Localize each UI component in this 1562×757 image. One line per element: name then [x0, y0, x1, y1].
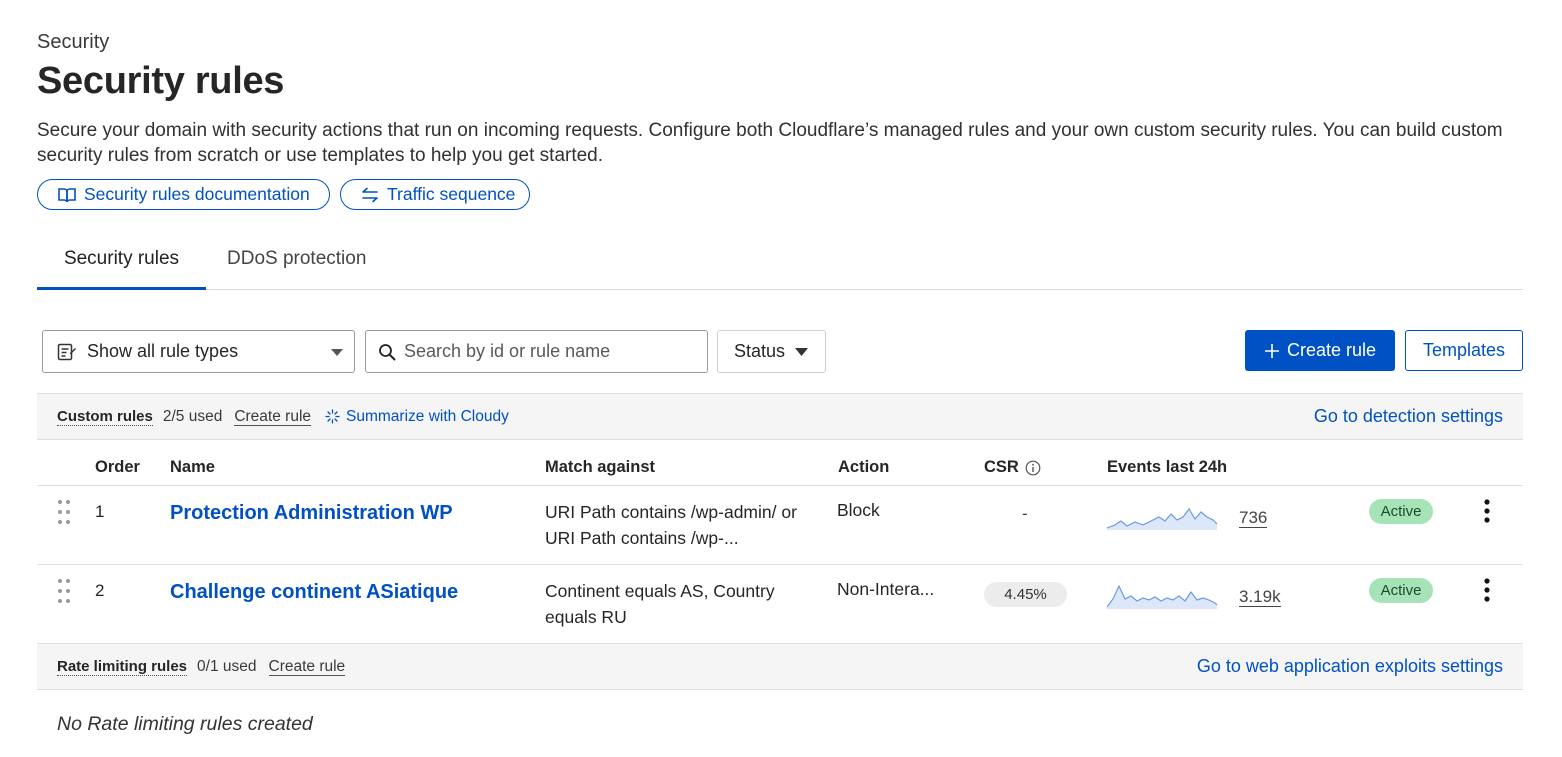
rule-events-count[interactable]: 736 — [1239, 508, 1268, 528]
rule-action: Non-Intera... — [837, 579, 935, 599]
summarize-label: Summarize with Cloudy — [346, 407, 509, 425]
search-input[interactable] — [404, 341, 694, 362]
page-description: Secure your domain with security actions… — [37, 120, 1503, 166]
events-sparkline — [1107, 507, 1218, 530]
rules-table-header: Order Name Match against Action CSR Even… — [37, 445, 1523, 486]
rule-type-select[interactable]: Show all rule types — [42, 330, 355, 373]
swap-arrows-icon — [362, 187, 378, 202]
tab-security-rules[interactable]: Security rules — [37, 240, 206, 290]
rate-limiting-usage: 0/1 used — [197, 657, 257, 675]
rule-match-expression: Continent equals AS, Country equals RU — [545, 581, 775, 627]
security-rules-documentation-link[interactable]: Security rules documentation — [37, 179, 330, 210]
book-icon — [58, 187, 76, 202]
sparkle-icon — [325, 409, 340, 424]
custom-rules-usage: 2/5 used — [162, 407, 223, 425]
more-options-icon[interactable] — [1477, 578, 1497, 602]
chevron-down-icon — [795, 347, 809, 356]
table-row: 1 Protection Administration WP URI Path … — [37, 486, 1523, 565]
traffic-link-label: Traffic sequence — [387, 184, 516, 204]
custom-rules-create-link[interactable]: Create rule — [234, 408, 312, 426]
status-filter-label: Status — [734, 341, 786, 361]
more-options-icon[interactable] — [1477, 499, 1497, 523]
column-action: Action — [838, 458, 890, 476]
tab-bar: Security rules DDoS protection — [37, 240, 1523, 290]
rule-name-link[interactable]: Protection Administration WP — [170, 502, 453, 525]
search-icon — [379, 343, 396, 360]
search-field[interactable] — [365, 330, 708, 373]
rule-name-link[interactable]: Challenge continent ASiatique — [170, 581, 458, 604]
rule-csr: - — [1022, 504, 1028, 523]
rate-limiting-title[interactable]: Rate limiting rules — [57, 658, 188, 676]
page-title: Security rules — [37, 60, 285, 102]
templates-button[interactable]: Templates — [1405, 330, 1523, 371]
rule-csr: 4.45% — [984, 582, 1067, 607]
custom-rules-bar: Custom rules 2/5 used Create rule Summar… — [37, 393, 1523, 440]
create-rule-button[interactable]: Create rule — [1245, 330, 1395, 371]
rule-events-count[interactable]: 3.19k — [1239, 587, 1281, 607]
info-icon[interactable] — [1025, 460, 1041, 476]
column-match-against: Match against — [545, 458, 656, 476]
rule-list-icon — [57, 343, 76, 360]
traffic-sequence-link[interactable]: Traffic sequence — [340, 179, 530, 210]
create-rule-label: Create rule — [1286, 340, 1377, 360]
rule-order: 1 — [95, 502, 105, 521]
column-order: Order — [95, 458, 140, 476]
tab-ddos-protection[interactable]: DDoS protection — [227, 240, 366, 290]
events-sparkline — [1107, 584, 1218, 609]
web-exploits-settings-link[interactable]: Go to web application exploits settings — [1197, 656, 1503, 677]
docs-link-label: Security rules documentation — [84, 184, 310, 204]
custom-rules-title[interactable]: Custom rules — [57, 408, 153, 426]
status-filter-dropdown[interactable]: Status — [717, 330, 826, 373]
column-name: Name — [170, 458, 215, 476]
rate-limiting-create-link[interactable]: Create rule — [268, 658, 346, 676]
column-events: Events last 24h — [1107, 458, 1228, 476]
rule-type-value: Show all rule types — [87, 341, 239, 361]
status-badge: Active — [1369, 499, 1433, 524]
rule-order: 2 — [95, 581, 105, 600]
table-row: 2 Challenge continent ASiatique Continen… — [37, 565, 1523, 644]
plus-icon — [1264, 343, 1279, 358]
chevron-down-icon — [331, 349, 343, 356]
column-csr-label: CSR — [984, 458, 1019, 476]
rate-limiting-rules-bar: Rate limiting rules 0/1 used Create rule… — [37, 643, 1523, 690]
rule-action: Block — [837, 500, 880, 520]
breadcrumb[interactable]: Security — [37, 31, 109, 54]
status-badge: Active — [1369, 578, 1433, 603]
drag-handle-icon[interactable] — [57, 578, 71, 604]
rule-match-expression: URI Path contains /wp-admin/ or URI Path… — [545, 502, 797, 548]
summarize-with-cloudy-link[interactable]: Summarize with Cloudy — [325, 408, 509, 426]
column-csr: CSR — [984, 458, 1041, 477]
drag-handle-icon[interactable] — [57, 499, 71, 525]
detection-settings-link[interactable]: Go to detection settings — [1314, 406, 1503, 427]
rate-limiting-empty-message: No Rate limiting rules created — [57, 713, 313, 735]
